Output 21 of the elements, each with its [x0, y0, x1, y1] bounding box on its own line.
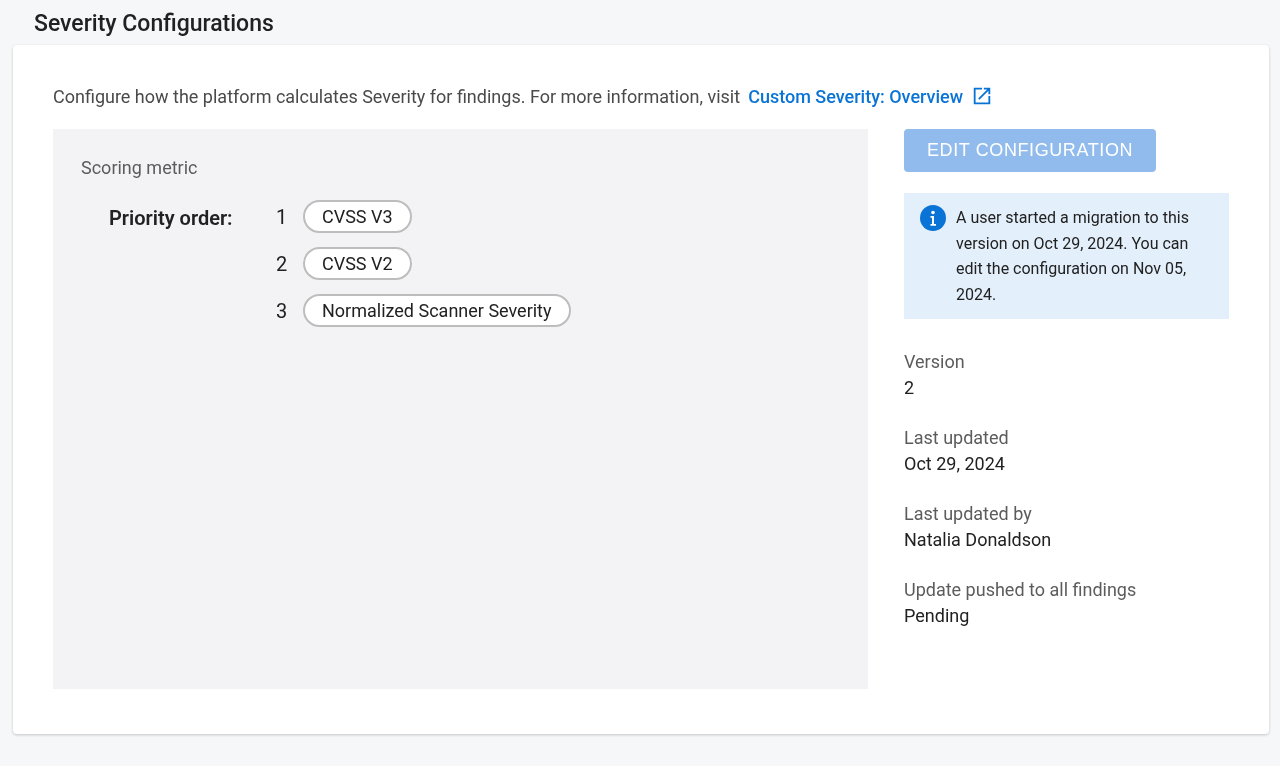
detail-label: Last updated by [904, 503, 1033, 524]
priority-label: Priority order: [109, 205, 234, 232]
detail-label: Version [904, 351, 966, 372]
page-title: Severity Configurations [33, 9, 275, 39]
detail-value: Pending [904, 605, 971, 626]
info-icon [920, 205, 946, 231]
rank-number: 2 [276, 251, 288, 276]
overview-link[interactable]: Custom Severity: Overview [748, 85, 964, 107]
section-label: Scoring metric [81, 157, 199, 178]
rank-number: 3 [276, 298, 288, 323]
detail-label: Update pushed to all findings [904, 579, 1138, 600]
metric-chip: CVSS V2 [303, 247, 412, 280]
detail-value: 2 [904, 377, 916, 398]
intro-text: Configure how the platform calculates Severity for findings. For more information, visit [53, 85, 741, 107]
metric-chip: CVSS V3 [303, 200, 412, 233]
detail-value: Oct 29, 2024 [904, 453, 1006, 474]
metric-chip: Normalized Scanner Severity [303, 294, 571, 327]
detail-label: Last updated [904, 427, 1010, 448]
rank-number: 1 [276, 204, 288, 229]
notice-text: A user started a migration to this version on Oct 29, 2024. You can edit the configuration on Nov 05, 2024. [956, 207, 1190, 306]
detail-value: Natalia Donaldson [904, 529, 1053, 550]
